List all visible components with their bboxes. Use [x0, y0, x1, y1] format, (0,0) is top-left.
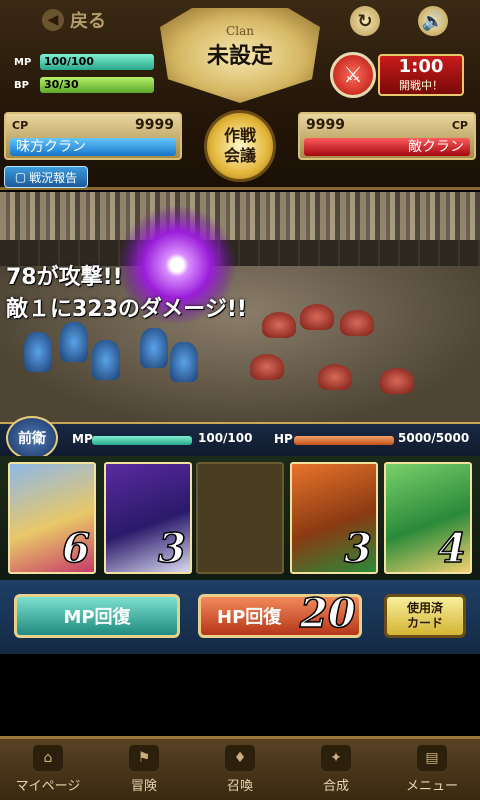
nav-label: マイページ	[15, 779, 81, 794]
bottom-nav: ⌂ マイページ ⚑ 冒険 ♦ 召喚 ✦ 合成 ▤ メニュー	[0, 736, 480, 800]
used-cards-button[interactable]: 使用済 カード	[384, 594, 466, 638]
nav-mypage[interactable]: ⌂ マイページ	[0, 739, 96, 800]
bp-bar: 30/30	[40, 77, 154, 93]
action-bar: MP回復 HP回復 20 使用済 カード	[0, 580, 480, 654]
enemy-cp-panel: 9999 CP 敵クラン	[298, 112, 476, 160]
nav-fusion[interactable]: ✦ 合成	[288, 739, 384, 800]
enemy-clan-name: 敵クラン	[304, 138, 470, 156]
nav-label: 合成	[322, 779, 349, 794]
bp-tag: BP	[14, 79, 29, 91]
card-cost: 4	[437, 524, 466, 572]
timer-time: 1:00	[398, 56, 444, 77]
top-header: ◀ 戻る ↻ 🔊 MP 100/100 BP 30/30 Clan 未設定 ⚔ …	[0, 0, 480, 190]
used-cards-line1: 使用済	[406, 601, 443, 615]
party-hp-tag: HP	[274, 432, 293, 446]
back-label: 戻る	[70, 11, 106, 32]
strategy-line1: 作戦	[223, 126, 256, 145]
party-hp-fill	[294, 436, 394, 445]
party-mp-fill	[92, 436, 192, 445]
strategy-line2: 会議	[223, 146, 256, 165]
report-label: 戦況報告	[29, 170, 78, 185]
enemy-cp-tag: CP	[451, 118, 468, 132]
party-hp-value: 5000/5000	[398, 431, 470, 445]
card-cost: 3	[343, 524, 372, 572]
summon-icon: ♦	[225, 745, 255, 771]
nav-label: 召喚	[226, 779, 253, 794]
ally-unit	[92, 340, 120, 380]
party-mp-tag: MP	[72, 432, 93, 446]
party-card[interactable]: 3	[104, 462, 192, 574]
nav-label: 冒険	[130, 779, 157, 794]
party-mp-value: 100/100	[198, 431, 253, 445]
used-cards-line2: カード	[406, 616, 443, 630]
battle-scene: 78が攻撃!! 敵１に323のダメージ!!	[0, 192, 480, 422]
enemy-unit	[380, 368, 414, 394]
card-cost: 6	[61, 524, 90, 572]
ally-cp-tag: CP	[12, 118, 29, 132]
strategy-meeting-button[interactable]: 作戦 会議	[204, 110, 276, 182]
house-icon: ⌂	[33, 745, 63, 771]
enemy-unit	[250, 354, 284, 380]
ally-unit	[170, 342, 198, 382]
enemy-unit	[340, 310, 374, 336]
bp-row: BP 30/30	[14, 75, 154, 95]
nav-menu[interactable]: ▤ メニュー	[384, 739, 480, 800]
card-cost: 3	[157, 524, 186, 572]
book-icon: ▤	[417, 745, 447, 771]
enemy-unit	[262, 312, 296, 338]
enemy-cp-value: 9999	[306, 117, 345, 133]
battle-message: 78が攻撃!! 敵１に323のダメージ!!	[6, 262, 247, 326]
card-row: 6 3 3 4	[0, 456, 480, 580]
reload-icon[interactable]: ↻	[350, 6, 380, 36]
enemy-unit	[300, 304, 334, 330]
clan-label: Clan	[226, 23, 254, 38]
clan-emblem: Clan 未設定	[160, 8, 320, 103]
party-card[interactable]: 4	[384, 462, 472, 574]
mp-row: MP 100/100	[14, 52, 154, 72]
crowd-background	[0, 192, 480, 240]
nav-summon[interactable]: ♦ 召喚	[192, 739, 288, 800]
battle-timer: 1:00 開戦中！	[378, 54, 464, 96]
crossed-swords-icon: ⚔	[330, 52, 376, 98]
hp-recover-label: HP回復	[217, 607, 282, 628]
timer-status: 開戦中！	[399, 79, 443, 92]
hp-recover-count: 20	[299, 589, 356, 638]
mp-tag: MP	[14, 56, 32, 68]
back-button[interactable]: ◀ 戻る	[42, 6, 122, 34]
mp-bar: 100/100	[40, 54, 154, 70]
ally-unit	[24, 332, 52, 372]
party-card[interactable]: 6	[8, 462, 96, 574]
ally-unit	[140, 328, 168, 368]
ally-cp-panel: CP 9999 味方クラン	[4, 112, 182, 160]
clan-name: 未設定	[206, 43, 273, 69]
ally-cp-value: 9999	[135, 117, 174, 133]
flag-icon: ⚑	[129, 745, 159, 771]
ally-unit	[60, 322, 88, 362]
fusion-icon: ✦	[321, 745, 351, 771]
empty-card-slot	[196, 462, 284, 574]
battle-report-button[interactable]: ▢ 戦況報告	[4, 166, 88, 188]
back-arrow-icon: ◀	[42, 9, 64, 31]
speaker-icon[interactable]: 🔊	[418, 6, 448, 36]
party-card[interactable]: 3	[290, 462, 378, 574]
ally-clan-name: 味方クラン	[10, 138, 176, 156]
report-icon: ▢	[14, 170, 27, 184]
battle-message-line1: 78が攻撃!!	[6, 265, 123, 290]
enemy-unit	[318, 364, 352, 390]
nav-label: メニュー	[405, 779, 458, 794]
nav-adventure[interactable]: ⚑ 冒険	[96, 739, 192, 800]
position-badge: 前衛	[6, 416, 58, 460]
battle-message-line2: 敵１に323のダメージ!!	[6, 297, 247, 322]
mp-recover-button[interactable]: MP回復	[14, 594, 180, 638]
party-hp-track	[294, 436, 394, 445]
party-mp-track	[92, 436, 192, 445]
party-status-strip: 前衛 MP 100/100 HP 5000/5000	[0, 416, 480, 460]
